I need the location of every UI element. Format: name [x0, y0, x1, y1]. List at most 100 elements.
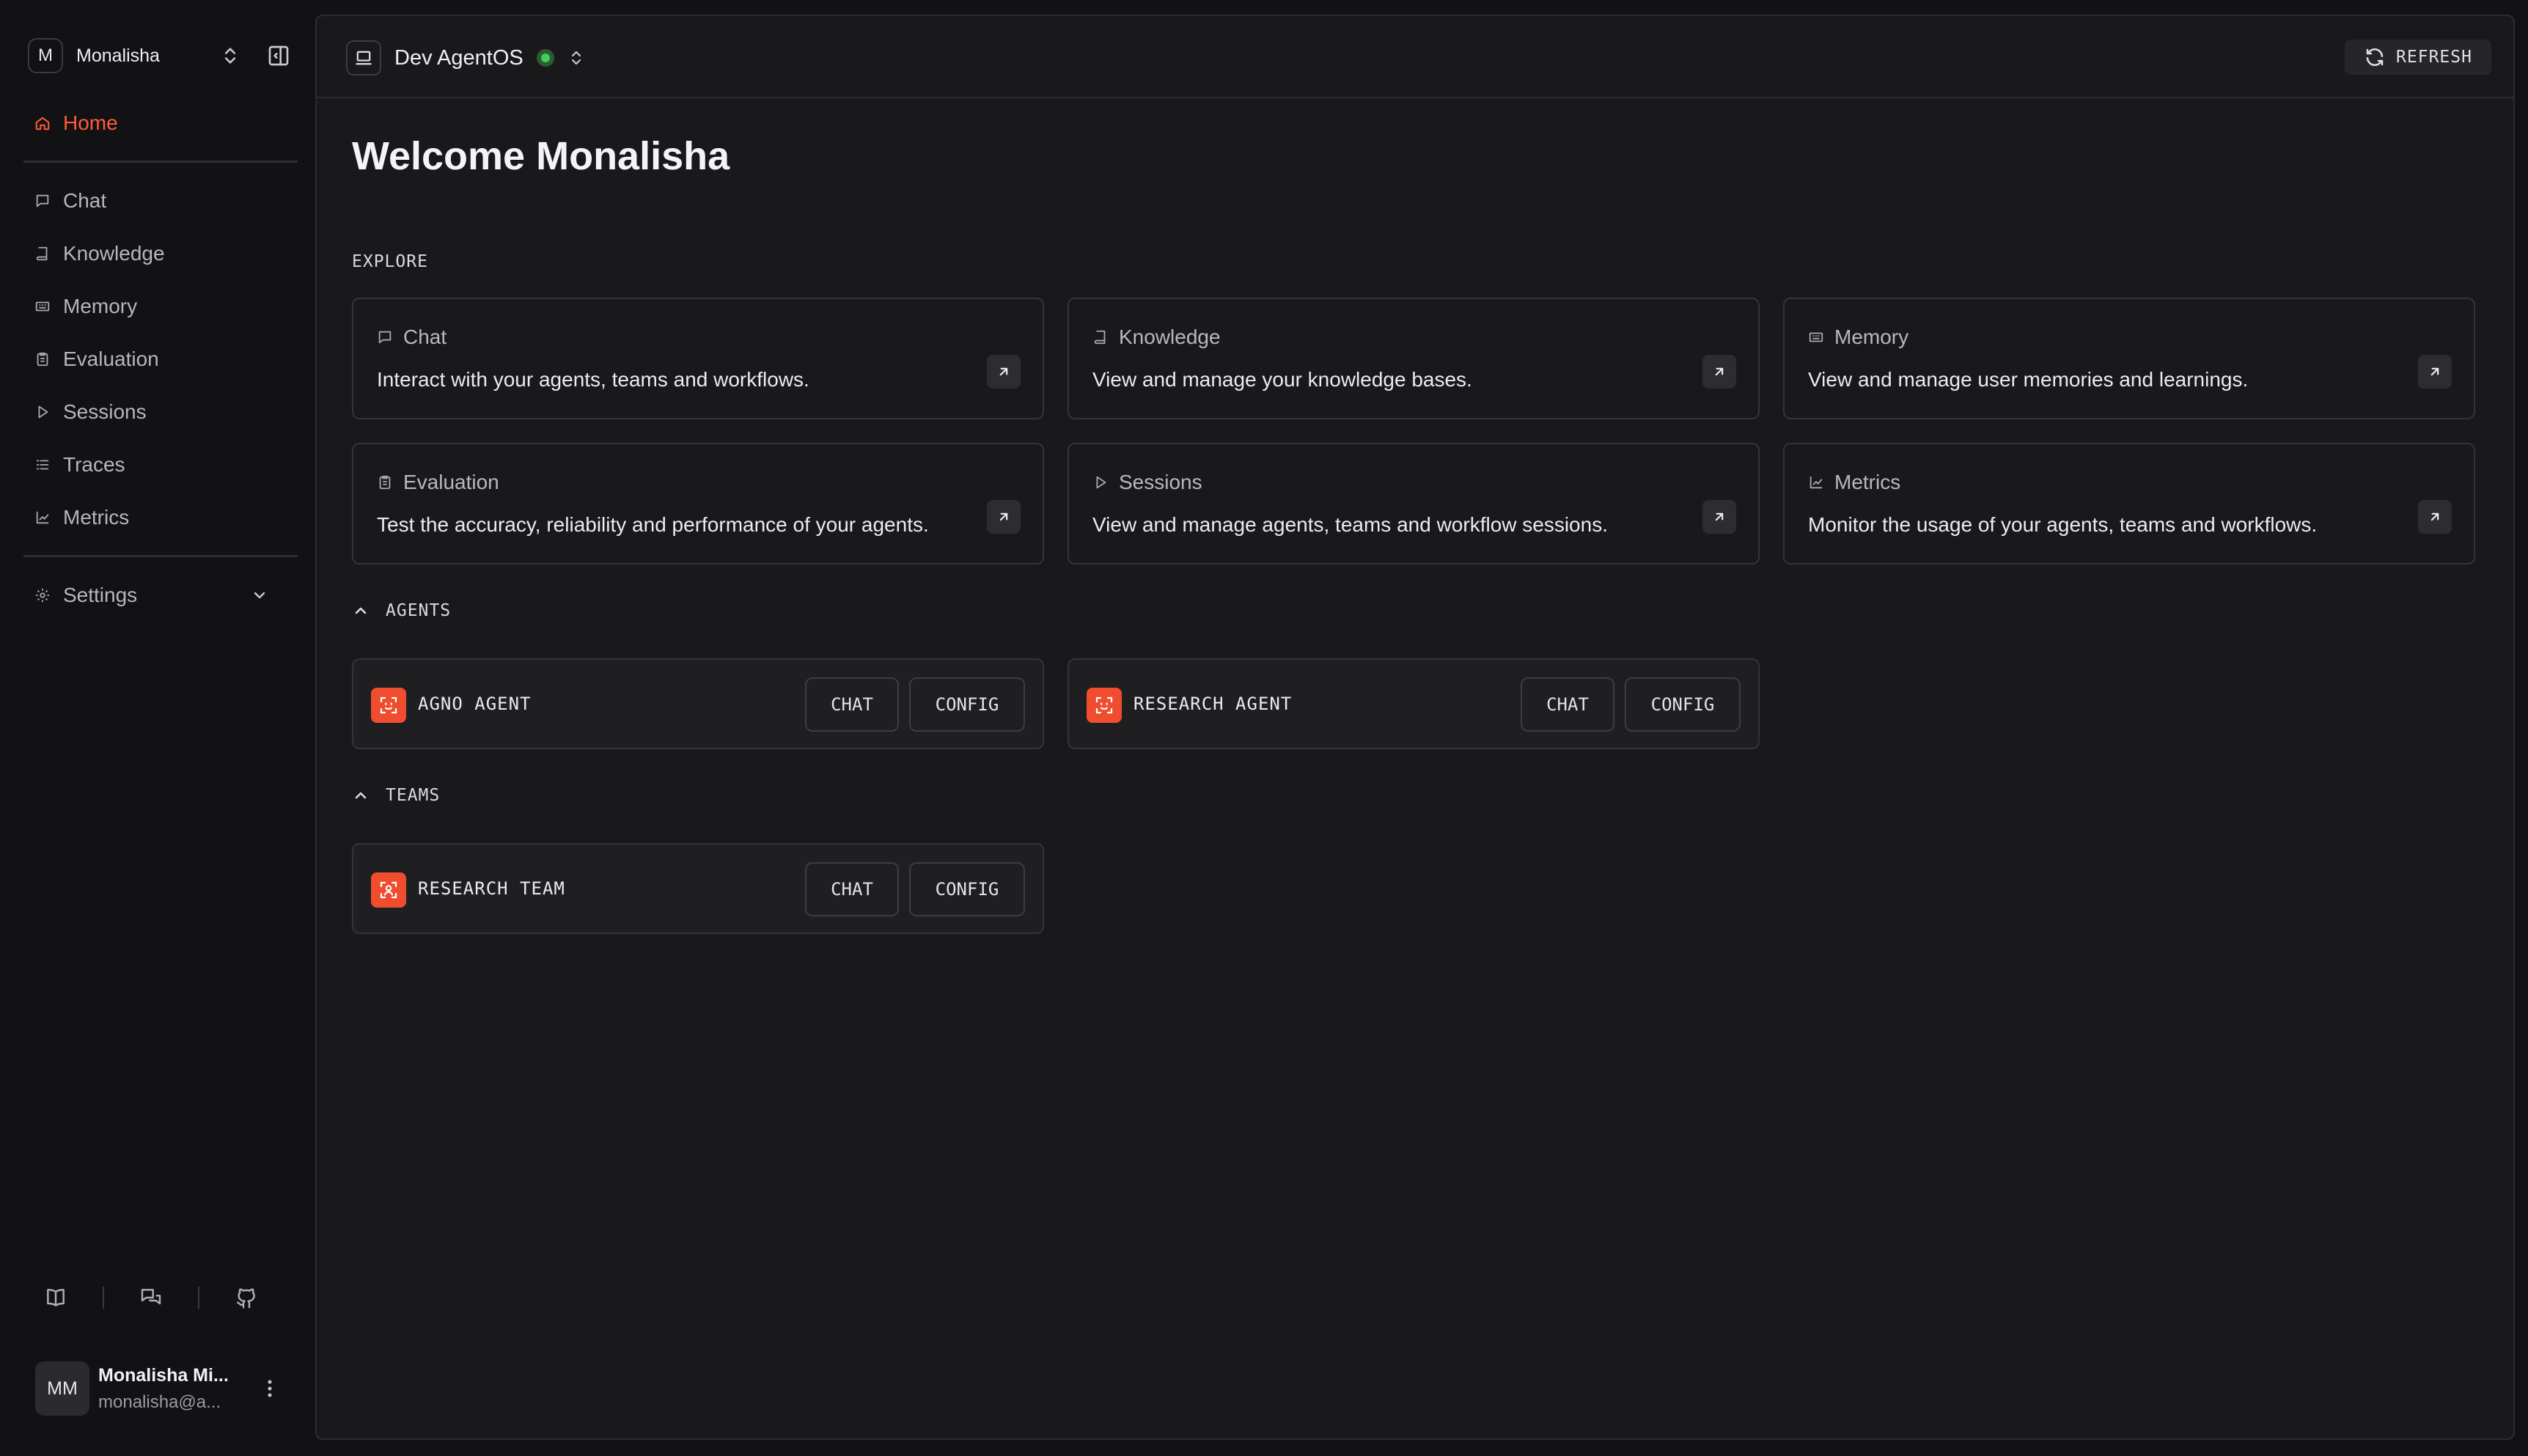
- user-profile[interactable]: MM Monalisha Mi... monalisha@a...: [35, 1361, 284, 1416]
- sidebar-item-traces[interactable]: Traces: [23, 444, 295, 485]
- sidebar-item-label: Evaluation: [63, 348, 159, 370]
- main-panel: Dev AgentOS REFRESH Welcome Monalisha EX…: [315, 15, 2515, 1440]
- chevrons-up-down-icon[interactable]: [567, 48, 585, 68]
- arrow-up-right-icon[interactable]: [987, 355, 1021, 389]
- agent-icon: [371, 688, 406, 723]
- chat-icon: [377, 329, 393, 345]
- docs-icon[interactable]: [41, 1283, 70, 1312]
- agents-section-toggle[interactable]: AGENTS: [352, 601, 451, 620]
- explore-card-chat[interactable]: Chat Interact with your agents, teams an…: [352, 298, 1044, 419]
- user-name: Monalisha Mi...: [98, 1364, 229, 1386]
- environment-name: Dev AgentOS: [394, 45, 523, 70]
- sidebar-item-metrics[interactable]: Metrics: [23, 497, 295, 538]
- agent-row: AGNO AGENT CHAT CONFIG: [352, 658, 1044, 749]
- explore-card-sessions[interactable]: Sessions View and manage agents, teams a…: [1068, 443, 1760, 565]
- card-header: Knowledge: [1092, 326, 1221, 349]
- explore-card-knowledge[interactable]: Knowledge View and manage your knowledge…: [1068, 298, 1760, 419]
- agent-config-button[interactable]: CONFIG: [909, 677, 1025, 732]
- refresh-label: REFRESH: [2396, 48, 2472, 67]
- agent-config-button[interactable]: CONFIG: [1625, 677, 1741, 732]
- book-icon: [1092, 329, 1109, 345]
- sidebar-item-label: Home: [63, 111, 118, 134]
- arrow-up-right-icon[interactable]: [1702, 500, 1736, 534]
- sidebar-item-knowledge[interactable]: Knowledge: [23, 233, 295, 274]
- sidebar-item-evaluation[interactable]: Evaluation: [23, 339, 295, 380]
- card-title: Metrics: [1834, 471, 1901, 493]
- explore-card-memory[interactable]: Memory View and manage user memories and…: [1783, 298, 2475, 419]
- play-icon: [1092, 474, 1109, 490]
- workspace-switcher[interactable]: M Monalisha: [28, 38, 292, 73]
- chevron-down-icon[interactable]: [251, 587, 268, 604]
- card-description: View and manage your knowledge bases.: [1092, 368, 1472, 391]
- card-title: Knowledge: [1119, 326, 1221, 348]
- agent-icon: [1087, 688, 1122, 723]
- sidebar-item-memory[interactable]: Memory: [23, 286, 295, 327]
- agent-chat-button[interactable]: CHAT: [1521, 677, 1614, 732]
- arrow-up-right-icon[interactable]: [1702, 355, 1736, 389]
- card-title: Evaluation: [403, 471, 499, 493]
- sidebar-item-home[interactable]: Home: [23, 103, 295, 144]
- agent-row: RESEARCH AGENT CHAT CONFIG: [1068, 658, 1760, 749]
- card-header: Memory: [1808, 326, 1908, 349]
- page-title: Welcome Monalisha: [352, 134, 730, 178]
- arrow-up-right-icon[interactable]: [987, 500, 1021, 534]
- chart-icon: [34, 509, 51, 526]
- sidebar-divider: [23, 555, 298, 557]
- sidebar-item-label: Settings: [63, 584, 138, 606]
- agent-name: RESEARCH AGENT: [1133, 694, 1293, 714]
- team-config-button[interactable]: CONFIG: [909, 862, 1025, 916]
- team-icon: [371, 872, 406, 908]
- play-icon: [34, 403, 51, 421]
- footer-divider: [198, 1287, 199, 1309]
- sidebar: M Monalisha Home Chat Knowledge Memory E…: [0, 0, 315, 1456]
- card-description: View and manage user memories and learni…: [1808, 368, 2249, 391]
- memory-icon: [34, 298, 51, 315]
- community-icon[interactable]: [136, 1283, 166, 1312]
- team-chat-button[interactable]: CHAT: [805, 862, 899, 916]
- chevron-up-icon: [355, 607, 367, 614]
- clipboard-icon: [377, 474, 393, 490]
- gear-icon: [34, 587, 51, 604]
- sidebar-item-settings[interactable]: Settings: [23, 575, 295, 616]
- sidebar-footer-links: [41, 1283, 276, 1312]
- teams-section-toggle[interactable]: TEAMS: [352, 786, 440, 805]
- card-description: Test the accuracy, reliability and perfo…: [377, 513, 929, 536]
- avatar: MM: [35, 1361, 89, 1416]
- sidebar-collapse-icon[interactable]: [267, 44, 290, 67]
- user-info: Monalisha Mi... monalisha@a...: [98, 1365, 229, 1413]
- card-title: Chat: [403, 326, 447, 348]
- explore-card-evaluation[interactable]: Evaluation Test the accuracy, reliabilit…: [352, 443, 1044, 565]
- card-title: Sessions: [1119, 471, 1202, 493]
- laptop-icon: [346, 40, 381, 76]
- chevrons-up-down-icon[interactable]: [220, 45, 240, 66]
- refresh-button[interactable]: REFRESH: [2345, 40, 2491, 75]
- list-icon: [34, 456, 51, 474]
- team-row: RESEARCH TEAM CHAT CONFIG: [352, 843, 1044, 934]
- sidebar-item-label: Metrics: [63, 506, 130, 529]
- sidebar-item-label: Chat: [63, 189, 107, 212]
- chevron-up-icon: [355, 792, 367, 799]
- arrow-up-right-icon[interactable]: [2418, 500, 2452, 534]
- status-online-indicator: [536, 49, 554, 67]
- card-header: Evaluation: [377, 471, 499, 494]
- home-icon: [34, 114, 51, 132]
- agent-chat-button[interactable]: CHAT: [805, 677, 899, 732]
- sidebar-item-label: Traces: [63, 453, 125, 476]
- github-icon[interactable]: [232, 1283, 261, 1312]
- card-title: Memory: [1834, 326, 1909, 348]
- sidebar-item-sessions[interactable]: Sessions: [23, 391, 295, 433]
- explore-section-label: EXPLORE: [352, 252, 428, 271]
- sidebar-item-label: Sessions: [63, 400, 147, 423]
- explore-card-metrics[interactable]: Metrics Monitor the usage of your agents…: [1783, 443, 2475, 565]
- sidebar-item-chat[interactable]: Chat: [23, 180, 295, 221]
- sidebar-item-label: Memory: [63, 295, 138, 317]
- card-header: Chat: [377, 326, 447, 349]
- card-description: Interact with your agents, teams and wor…: [377, 368, 809, 391]
- workspace-avatar: M: [28, 38, 63, 73]
- memory-icon: [1808, 329, 1824, 345]
- arrow-up-right-icon[interactable]: [2418, 355, 2452, 389]
- agent-name: AGNO AGENT: [418, 694, 532, 714]
- environment-selector[interactable]: Dev AgentOS: [346, 40, 585, 76]
- more-vertical-icon[interactable]: [261, 1377, 279, 1400]
- chat-icon: [34, 192, 51, 210]
